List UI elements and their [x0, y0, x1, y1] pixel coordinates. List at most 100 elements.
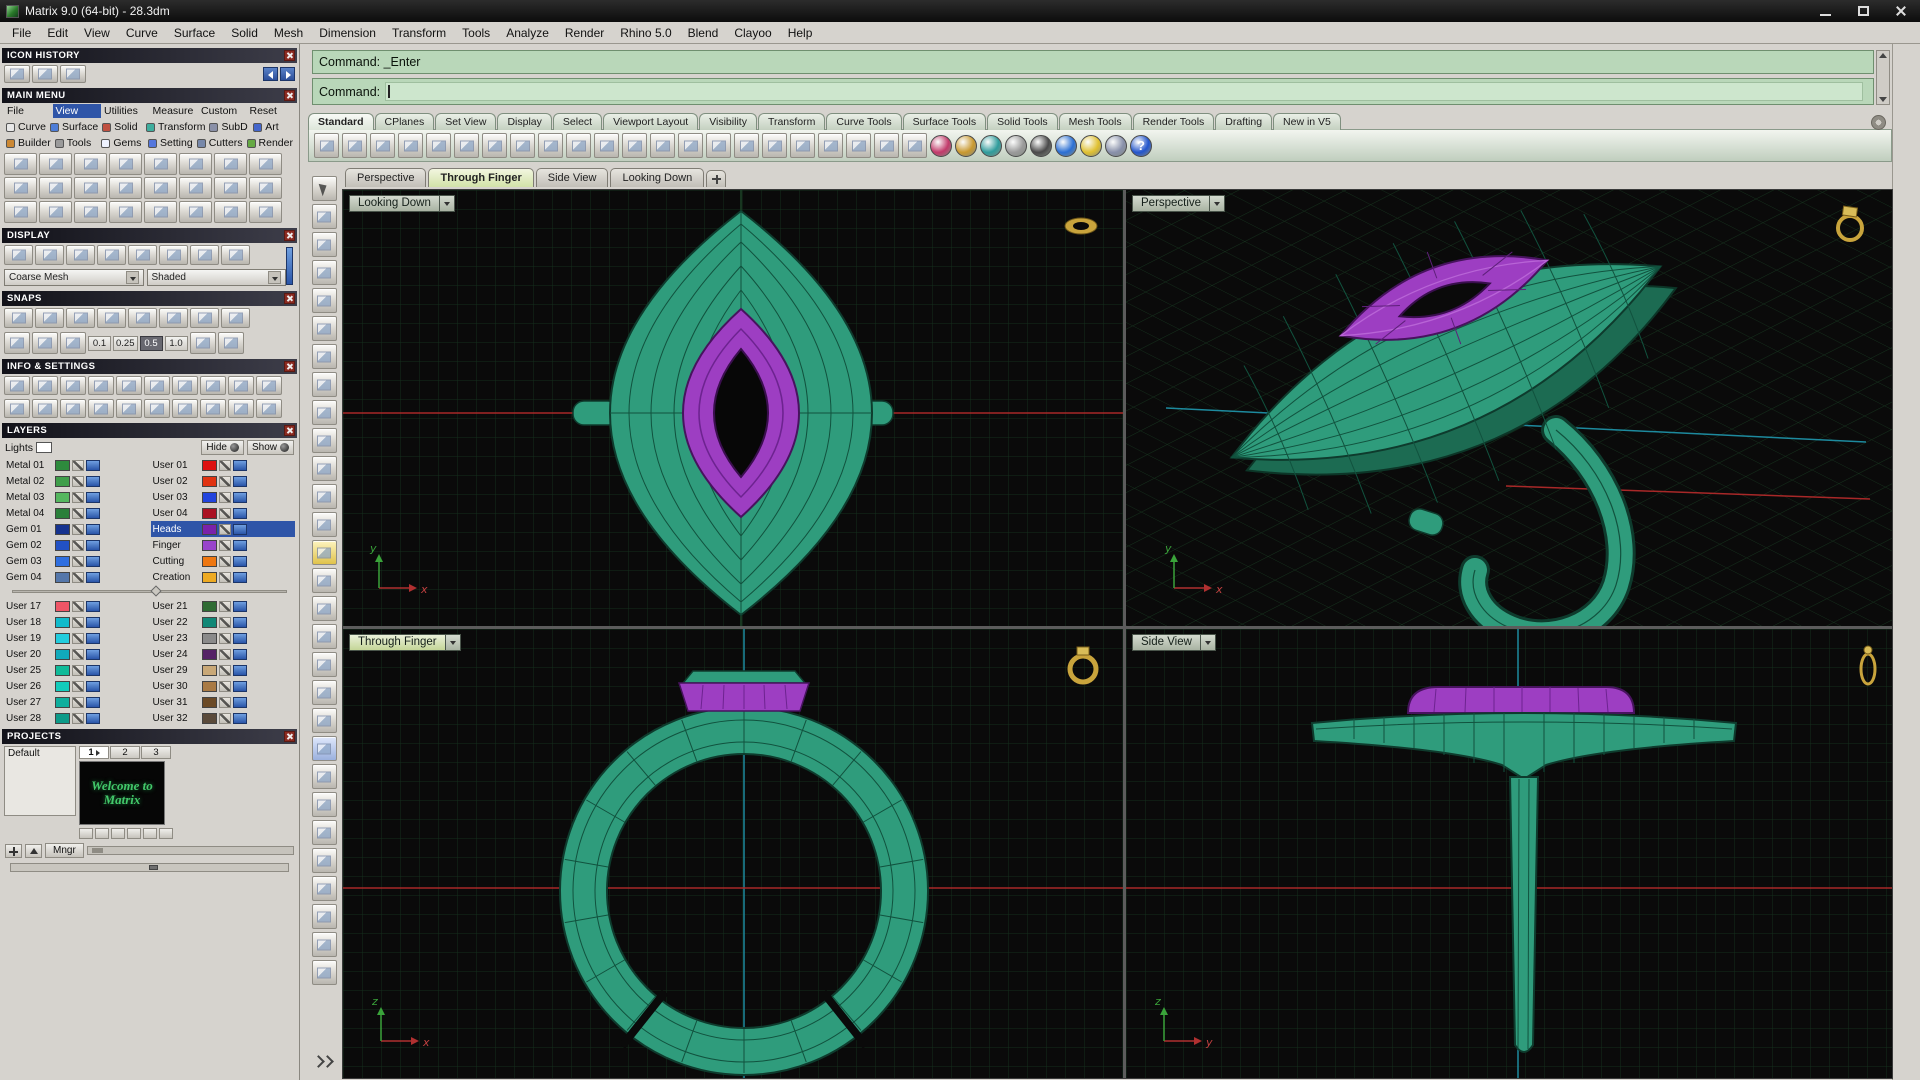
layer-material-icon[interactable]	[86, 539, 100, 551]
toolbar-tab[interactable]: Mesh Tools	[1058, 113, 1132, 130]
project-slot-tab[interactable]: 2	[110, 746, 140, 759]
tool-icon[interactable]	[172, 376, 198, 395]
tool-icon[interactable]	[221, 308, 250, 328]
project-mini-button[interactable]	[127, 828, 141, 839]
command-scrollbar[interactable]	[1876, 50, 1890, 105]
layer-entry[interactable]: Gem 03	[4, 553, 149, 569]
layer-material-icon[interactable]	[232, 600, 247, 612]
layer-pencil-icon[interactable]	[218, 523, 231, 535]
tool-icon[interactable]	[311, 904, 337, 929]
close-icon[interactable]	[284, 293, 295, 304]
layer-color-swatch[interactable]	[55, 600, 70, 612]
tool-icon[interactable]	[311, 792, 337, 817]
toolbar-tab[interactable]: Visibility	[699, 113, 757, 130]
project-list-item[interactable]: Default	[8, 748, 72, 759]
layer-color-swatch[interactable]	[55, 664, 70, 676]
layer-material-icon[interactable]	[86, 664, 100, 676]
layer-entry[interactable]: User 03	[151, 489, 296, 505]
tool-icon[interactable]	[60, 399, 86, 418]
layer-entry[interactable]: User 31	[151, 694, 296, 710]
tool-icon[interactable]	[189, 332, 216, 354]
tool-icon[interactable]	[311, 400, 337, 425]
main-menu-item[interactable]: View	[52, 104, 101, 118]
layer-material-icon[interactable]	[232, 648, 247, 660]
layer-material-icon[interactable]	[86, 523, 100, 535]
menu-item[interactable]: Clayoo	[726, 24, 779, 42]
tool-icon[interactable]	[311, 344, 337, 369]
project-slot-tab[interactable]: 1	[79, 746, 109, 759]
viewport-label[interactable]: Looking Down	[349, 195, 455, 212]
layer-entry[interactable]: User 02	[151, 473, 296, 489]
layer-entry[interactable]: Gem 02	[4, 537, 149, 553]
layer-entry[interactable]: Creation	[151, 569, 296, 585]
layer-pencil-icon[interactable]	[72, 632, 84, 644]
layer-pencil-icon[interactable]	[218, 648, 231, 660]
toolbar-tab[interactable]: Render Tools	[1132, 113, 1215, 130]
layer-entry[interactable]: Metal 01	[4, 457, 149, 473]
toolstrip-more[interactable]	[312, 1054, 334, 1068]
tool-icon[interactable]	[60, 332, 86, 354]
chevron-down-icon[interactable]	[1210, 195, 1226, 212]
layer-pencil-icon[interactable]	[72, 712, 84, 724]
tool-icon[interactable]	[66, 308, 95, 328]
close-button[interactable]	[1882, 0, 1920, 22]
layer-material-icon[interactable]	[232, 632, 247, 644]
layer-color-swatch[interactable]	[55, 712, 70, 724]
layer-color-swatch[interactable]	[201, 712, 217, 724]
tool-icon[interactable]	[179, 153, 212, 175]
main-menu-item[interactable]: Art	[251, 120, 295, 134]
layer-entry[interactable]: Heads	[150, 521, 295, 537]
viewport-looking-down[interactable]: y x Looking Down	[343, 190, 1123, 626]
layer-pencil-icon[interactable]	[72, 664, 84, 676]
layer-entry[interactable]: User 27	[4, 694, 149, 710]
tool-icon[interactable]	[311, 232, 337, 257]
menu-item[interactable]: Rhino 5.0	[612, 24, 679, 42]
grid-snap-value[interactable]: 0.5	[139, 335, 163, 351]
layer-material-icon[interactable]	[86, 459, 100, 471]
layer-pencil-icon[interactable]	[72, 680, 84, 692]
toolbar-settings-gear-icon[interactable]	[1871, 115, 1886, 130]
layer-entry[interactable]: User 19	[4, 630, 149, 646]
layer-entry[interactable]: User 17	[4, 598, 149, 614]
layer-pencil-icon[interactable]	[218, 491, 231, 503]
tool-icon[interactable]	[678, 133, 703, 158]
tool-icon[interactable]	[144, 153, 177, 175]
project-mini-button[interactable]	[79, 828, 93, 839]
toolbar-sphere-icon[interactable]	[930, 134, 952, 157]
scroll-down-icon[interactable]	[1879, 97, 1887, 102]
layer-color-swatch[interactable]	[55, 491, 70, 503]
tool-icon[interactable]	[594, 133, 619, 158]
menu-item[interactable]: View	[76, 24, 118, 42]
viewport-tab[interactable]: Side View	[535, 168, 609, 187]
main-menu-item[interactable]: Reset	[247, 104, 296, 118]
tool-icon[interactable]	[116, 376, 142, 395]
toolbar-sphere-icon[interactable]: ?	[1130, 134, 1152, 157]
layer-color-swatch[interactable]	[55, 680, 70, 692]
layer-material-icon[interactable]	[232, 475, 247, 487]
layer-material-icon[interactable]	[232, 507, 247, 519]
layer-color-swatch[interactable]	[55, 555, 70, 567]
tool-icon[interactable]	[256, 376, 282, 395]
tool-icon[interactable]	[311, 540, 337, 565]
show-layers-button[interactable]: Show	[246, 440, 294, 455]
tool-icon[interactable]	[311, 260, 337, 285]
command-input[interactable]	[385, 82, 1863, 101]
layer-entry[interactable]: User 21	[151, 598, 296, 614]
layer-entry[interactable]: Metal 03	[4, 489, 149, 505]
main-menu-item[interactable]: Builder	[4, 136, 53, 150]
tool-icon[interactable]	[32, 65, 58, 83]
layer-pencil-icon[interactable]	[72, 507, 84, 519]
layer-color-swatch[interactable]	[201, 555, 217, 567]
tool-icon[interactable]	[200, 399, 226, 418]
tool-icon[interactable]	[538, 133, 563, 158]
layer-color-swatch[interactable]	[55, 459, 70, 471]
layer-pencil-icon[interactable]	[218, 632, 231, 644]
main-menu-item[interactable]: Transform	[144, 120, 207, 134]
maximize-button[interactable]	[1844, 0, 1882, 22]
tool-icon[interactable]	[159, 245, 188, 265]
layer-pencil-icon[interactable]	[218, 712, 231, 724]
tool-icon[interactable]	[311, 848, 337, 873]
lights-color-swatch[interactable]	[36, 442, 53, 453]
tool-icon[interactable]	[144, 201, 177, 223]
tool-icon[interactable]	[179, 177, 212, 199]
